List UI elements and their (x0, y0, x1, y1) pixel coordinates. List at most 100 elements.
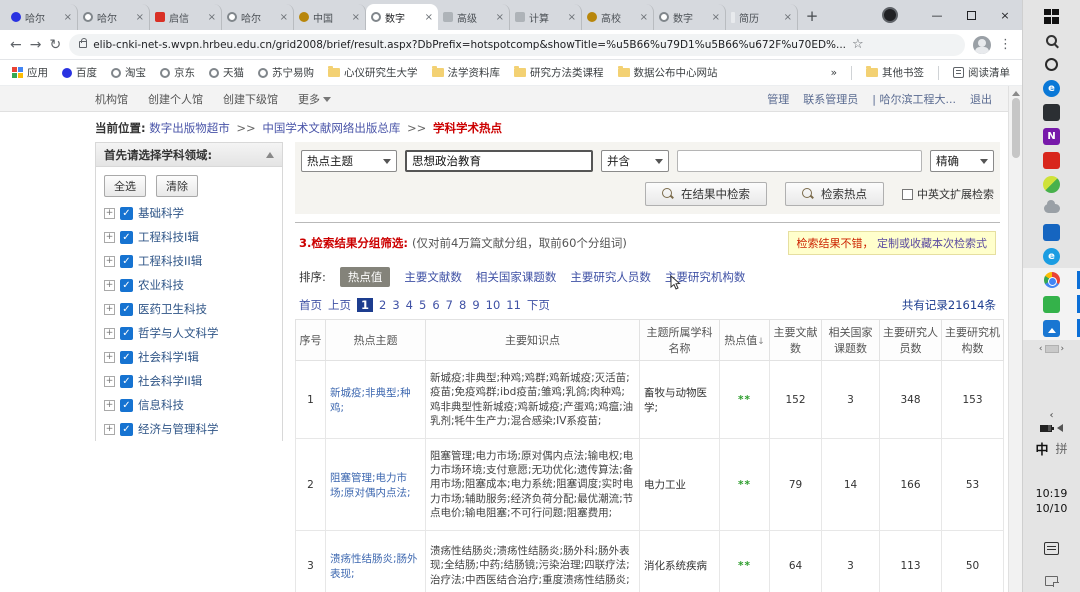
bookmark-baidu[interactable]: 百度 (62, 65, 97, 80)
tab-10[interactable]: 数字× (654, 4, 726, 30)
ie-button[interactable]: e (1023, 244, 1080, 268)
tab-close-icon[interactable]: × (568, 12, 576, 23)
tab-5[interactable]: 中国× (294, 4, 366, 30)
maximize-button[interactable] (954, 0, 988, 30)
photos-app-button[interactable] (1023, 316, 1080, 340)
other-bookmarks-button[interactable]: 其他书签 (866, 65, 924, 80)
tab-close-icon[interactable]: × (425, 12, 433, 23)
sort-researcher-count[interactable]: 主要研究人员数 (570, 269, 651, 285)
page-prev[interactable]: 上页 (328, 297, 351, 313)
checkbox-checked-icon[interactable]: ✓ (120, 255, 133, 268)
checkbox-checked-icon[interactable]: ✓ (120, 303, 133, 316)
colorful-app-button[interactable] (1023, 172, 1080, 196)
breadcrumb-link-library[interactable]: 中国学术文献网络出版总库 (262, 121, 400, 135)
topic-link[interactable]: 阻塞管理;电力市场;原对偶内点法; (330, 472, 411, 499)
ime-pinyin[interactable]: 拼 (1056, 440, 1068, 457)
onenote-button[interactable]: N (1023, 124, 1080, 148)
search-in-results-button[interactable]: 在结果中检索 (645, 182, 767, 206)
back-button[interactable]: ← (10, 38, 22, 52)
sort-project-count[interactable]: 相关国家课题数 (476, 269, 557, 285)
select-all-button[interactable]: 全选 (104, 175, 146, 197)
bookmarks-overflow-icon[interactable]: » (831, 67, 837, 79)
page-8[interactable]: 8 (459, 298, 466, 312)
expand-icon[interactable]: + (104, 304, 115, 315)
bookmark-suning[interactable]: 苏宁易购 (258, 65, 314, 80)
nav-institution-hall[interactable]: 机构馆 (95, 91, 128, 107)
tab-1[interactable]: 哈尔× (6, 4, 78, 30)
start-button[interactable] (1023, 4, 1080, 28)
subject-item[interactable]: +✓经济与管理科学 (96, 417, 282, 441)
subject-item[interactable]: +✓信息科技 (96, 393, 282, 417)
expand-icon[interactable]: + (104, 376, 115, 387)
scroll-right-icon[interactable]: › (1061, 344, 1065, 354)
chrome-button-active[interactable] (1023, 268, 1080, 292)
tab-close-icon[interactable]: × (496, 12, 504, 23)
tab-6-active[interactable]: 数字× (366, 4, 438, 30)
page-5[interactable]: 5 (419, 298, 426, 312)
ime-chinese[interactable]: 中 (1035, 439, 1048, 458)
bookmark-taobao[interactable]: 淘宝 (111, 65, 146, 80)
checkbox-checked-icon[interactable]: ✓ (120, 375, 133, 388)
bookmark-tmall[interactable]: 天猫 (209, 65, 244, 80)
close-button[interactable]: × (988, 0, 1022, 30)
expand-icon[interactable]: + (104, 424, 115, 435)
bookmark-folder-1[interactable]: 心仪研究生大学 (328, 65, 418, 80)
tab-2[interactable]: 哈尔× (78, 4, 150, 30)
tab-close-icon[interactable]: × (64, 12, 72, 23)
match-select[interactable]: 精确 (930, 150, 994, 172)
edge-button[interactable]: e (1023, 76, 1080, 100)
checkbox-checked-icon[interactable]: ✓ (120, 351, 133, 364)
checkbox-checked-icon[interactable]: ✓ (120, 399, 133, 412)
media-app-button[interactable] (1023, 100, 1080, 124)
subject-item[interactable]: +✓农业科技 (96, 273, 282, 297)
scroll-left-icon[interactable]: ‹ (1039, 344, 1043, 354)
bookmark-star-icon[interactable]: ☆ (852, 37, 864, 52)
action-center-icon[interactable] (1044, 542, 1059, 555)
search-hotspot-button[interactable]: 检索热点 (785, 182, 884, 206)
extend-search-option[interactable]: 中英文扩展检索 (902, 186, 994, 202)
tab-close-icon[interactable]: × (640, 12, 648, 23)
page-7[interactable]: 7 (446, 298, 453, 312)
taskbar-scroll-thumb[interactable] (1045, 345, 1059, 353)
tab-close-icon[interactable]: × (136, 12, 144, 23)
checkbox-unchecked-icon[interactable] (902, 189, 913, 200)
checkbox-checked-icon[interactable]: ✓ (120, 423, 133, 436)
secondary-search-input[interactable] (677, 150, 922, 172)
subject-item[interactable]: +✓工程科技I辑 (96, 225, 282, 249)
tab-9[interactable]: 高校× (582, 4, 654, 30)
profile-avatar[interactable] (973, 36, 991, 54)
checkbox-checked-icon[interactable]: ✓ (120, 231, 133, 244)
forward-button[interactable]: → (30, 38, 42, 52)
red-app-button[interactable] (1023, 148, 1080, 172)
reading-list-button[interactable]: 阅读清单 (953, 65, 1010, 80)
expand-icon[interactable]: + (104, 280, 115, 291)
browser-menu-icon[interactable]: ⋮ (999, 37, 1012, 52)
tab-close-icon[interactable]: × (784, 12, 792, 23)
bookmark-folder-3[interactable]: 研究方法类课程 (514, 65, 604, 80)
taskbar-scroll[interactable]: ‹ › (1039, 344, 1064, 354)
topic-link[interactable]: 溃疡性结肠炎;肠外表现; (330, 553, 418, 580)
topic-link[interactable]: 新城疫;非典型;种鸡; (330, 387, 411, 414)
page-3[interactable]: 3 (392, 298, 399, 312)
checkbox-checked-icon[interactable]: ✓ (120, 279, 133, 292)
page-10[interactable]: 10 (486, 298, 501, 312)
tab-close-icon[interactable]: × (352, 12, 360, 23)
nav-create-personal-hall[interactable]: 创建个人馆 (148, 91, 203, 107)
green-app-button[interactable] (1023, 292, 1080, 316)
page-4[interactable]: 4 (406, 298, 413, 312)
subject-item[interactable]: +✓社会科学I辑 (96, 345, 282, 369)
minimize-button[interactable]: — (920, 0, 954, 30)
bookmark-jd[interactable]: 京东 (160, 65, 195, 80)
reload-button[interactable]: ↻ (49, 38, 61, 52)
page-next[interactable]: 下页 (527, 297, 550, 313)
sidebar-header[interactable]: 首先请选择学科领域: (96, 143, 282, 167)
tab-8[interactable]: 计算× (510, 4, 582, 30)
cortana-button[interactable] (1023, 52, 1080, 76)
show-desktop-button[interactable] (1045, 576, 1058, 586)
page-first[interactable]: 首页 (299, 297, 322, 313)
bookmark-folder-2[interactable]: 法学资料库 (432, 65, 501, 80)
nav-contact-admin[interactable]: 联系管理员 (803, 91, 858, 107)
field-select[interactable]: 热点主题 (301, 150, 397, 172)
scrollbar-thumb[interactable] (1012, 98, 1020, 158)
subject-item[interactable]: +✓基础科学 (96, 201, 282, 225)
